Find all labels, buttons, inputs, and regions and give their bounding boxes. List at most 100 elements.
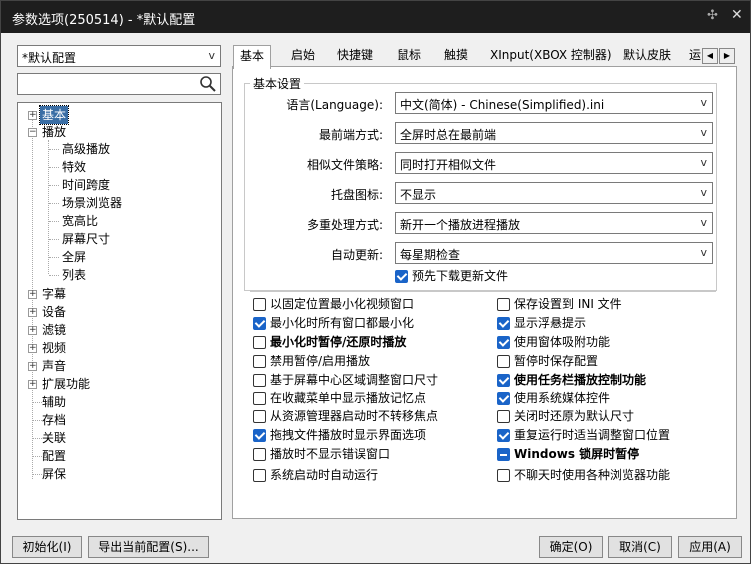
tab-default-skin[interactable]: 默认皮肤 — [617, 45, 677, 67]
language-dropdown[interactable]: 中文(简体) - Chinese(Simplified).ini v — [395, 92, 713, 114]
checkbox-checked[interactable] — [497, 429, 510, 442]
similar-files-dropdown[interactable]: 同时打开相似文件 v — [395, 152, 713, 174]
checkbox-checked[interactable] — [497, 317, 510, 330]
tab-scroll-right-icon[interactable]: ▶ — [719, 48, 735, 64]
checkbox-unchecked[interactable] — [253, 374, 266, 387]
checkbox-checked[interactable] — [253, 317, 266, 330]
pin-icon[interactable]: ✣ — [707, 8, 718, 23]
option-label: Windows 锁屏时暂停 — [514, 447, 640, 461]
expand-icon[interactable]: + — [28, 111, 37, 120]
checkbox-checked[interactable] — [253, 429, 266, 442]
multi-process-value: 新开一个播放进程播放 — [400, 218, 521, 232]
checkbox-indeterminate[interactable] — [497, 448, 510, 461]
tree-item-aspect-ratio[interactable]: 宽高比 — [62, 212, 98, 230]
tab-touch[interactable]: 触摸 — [438, 45, 474, 67]
tree-item-filter[interactable]: + 滤镜 — [18, 321, 218, 339]
tree-item-list[interactable]: 列表 — [62, 266, 86, 284]
collapse-icon[interactable]: − — [28, 128, 37, 137]
tree-item-fullscreen[interactable]: 全屏 — [62, 248, 86, 266]
search-input[interactable] — [17, 73, 221, 95]
multi-process-dropdown[interactable]: 新开一个播放进程播放 v — [395, 212, 713, 234]
checkbox-unchecked[interactable] — [253, 336, 266, 349]
tab-overflow[interactable]: 运 — [687, 45, 702, 67]
checkbox-checked[interactable] — [497, 374, 510, 387]
expand-icon[interactable]: + — [28, 308, 37, 317]
option-label: 禁用暂停/启用播放 — [270, 354, 371, 368]
tree-label: 配置 — [42, 449, 67, 463]
tree-item-audio[interactable]: + 声音 — [18, 357, 218, 375]
option-label: 最小化时暂停/还原时播放 — [270, 335, 407, 349]
tree-label: 设备 — [42, 305, 67, 319]
search-icon[interactable] — [199, 75, 217, 93]
checkbox-unchecked[interactable] — [497, 298, 510, 311]
expand-icon[interactable]: + — [28, 290, 37, 299]
checkbox-unchecked[interactable] — [253, 298, 266, 311]
preset-dropdown[interactable]: *默认配置 v — [17, 45, 221, 67]
checkbox-unchecked[interactable] — [497, 469, 510, 482]
checkbox-checked[interactable] — [497, 336, 510, 349]
tab-scroll-left-icon[interactable]: ◀ — [702, 48, 718, 64]
tree-item-screensaver[interactable]: 屏保 — [18, 465, 218, 483]
preset-value: *默认配置 — [22, 51, 77, 65]
tree-item-scene-browser[interactable]: 场景浏览器 — [62, 194, 122, 212]
tree-item-assist[interactable]: 辅助 — [18, 393, 218, 411]
checkbox-unchecked[interactable] — [253, 448, 266, 461]
tree-item-basic[interactable]: + 基本 — [18, 105, 218, 125]
tab-xinput[interactable]: XInput(XBOX 控制器) — [484, 45, 618, 67]
tree-item-association[interactable]: 关联 — [18, 429, 218, 447]
tree-item-archive[interactable]: 存档 — [18, 411, 218, 429]
tab-basic[interactable]: 基本 — [233, 45, 272, 69]
topmost-dropdown[interactable]: 全屏时总在最前端 v — [395, 122, 713, 144]
tree-item-subtitle[interactable]: + 字幕 — [18, 285, 218, 303]
tree-item-time-span[interactable]: 时间跨度 — [62, 176, 110, 194]
tray-icon-dropdown[interactable]: 不显示 v — [395, 182, 713, 204]
tree-label: 扩展功能 — [42, 377, 91, 391]
chevron-down-icon: v — [700, 186, 707, 199]
expand-icon[interactable]: + — [28, 326, 37, 335]
option-label: 在收藏菜单中显示播放记忆点 — [270, 391, 427, 405]
checkbox-checked[interactable] — [497, 392, 510, 405]
apply-button[interactable]: 应用(A) — [678, 536, 742, 558]
checkbox-unchecked[interactable] — [253, 392, 266, 405]
auto-update-dropdown[interactable]: 每星期检查 v — [395, 242, 713, 264]
tree-item-advanced-playback[interactable]: 高级播放 — [62, 140, 110, 158]
tree-item-device[interactable]: + 设备 — [18, 303, 218, 321]
expand-icon[interactable]: + — [28, 380, 37, 389]
expand-icon[interactable]: + — [28, 344, 37, 353]
topmost-value: 全屏时总在最前端 — [400, 128, 497, 142]
tree-item-effects[interactable]: 特效 — [62, 158, 86, 176]
init-button[interactable]: 初始化(I) — [12, 536, 82, 558]
checkbox-unchecked[interactable] — [253, 410, 266, 423]
settings-tree[interactable]: + 基本 − 播放 高级播放 特效 时间跨度 场景浏览器 宽高比 屏幕尺寸 全屏… — [17, 102, 222, 520]
export-config-button[interactable]: 导出当前配置(S)... — [88, 536, 209, 558]
close-icon[interactable]: ✕ — [731, 7, 743, 23]
chevron-down-icon: v — [700, 96, 707, 109]
checkbox-unchecked[interactable] — [497, 410, 510, 423]
tree-item-screen-size[interactable]: 屏幕尺寸 — [62, 230, 110, 248]
tab-mouse[interactable]: 鼠标 — [391, 45, 427, 67]
checkbox-checked[interactable] — [395, 270, 408, 283]
tree-item-config[interactable]: 配置 — [18, 447, 218, 465]
checkbox-unchecked[interactable] — [253, 355, 266, 368]
checkbox-unchecked[interactable] — [497, 355, 510, 368]
multi-process-label: 多重处理方式: — [306, 218, 383, 232]
title-bar[interactable]: 参数选项(250514) - *默认配置 ✣ ✕ — [1, 1, 750, 33]
tree-item-video[interactable]: + 视频 — [18, 339, 218, 357]
tree-label: 存档 — [42, 413, 67, 427]
option-label: 保存设置到 INI 文件 — [514, 297, 622, 311]
tree-label: 基本 — [38, 105, 70, 125]
tab-startup[interactable]: 启始 — [285, 45, 321, 67]
tab-shortcuts[interactable]: 快捷键 — [331, 45, 379, 67]
cancel-button[interactable]: 取消(C) — [608, 536, 672, 558]
tree-item-extensions[interactable]: + 扩展功能 — [18, 375, 218, 393]
option-label: 关闭时还原为默认尺寸 — [514, 409, 635, 423]
tree-item-playback[interactable]: − 播放 — [18, 123, 218, 141]
option-label: 显示浮悬提示 — [514, 316, 587, 330]
option-label: 从资源管理器启动时不转移焦点 — [270, 409, 439, 423]
window-title: 参数选项(250514) - *默认配置 — [12, 13, 196, 28]
expand-icon[interactable]: + — [28, 362, 37, 371]
ok-button[interactable]: 确定(O) — [539, 536, 603, 558]
checkbox-unchecked[interactable] — [253, 469, 266, 482]
tree-label: 屏保 — [42, 467, 67, 481]
option-label: 基于屏幕中心区域调整窗口尺寸 — [270, 373, 439, 387]
